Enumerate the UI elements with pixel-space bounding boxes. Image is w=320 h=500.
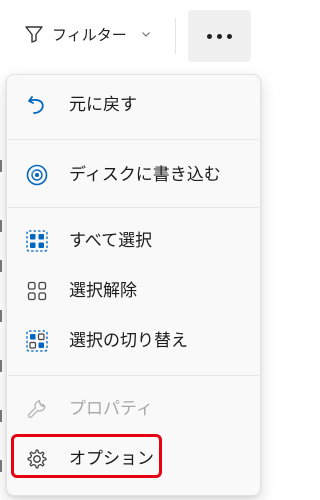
more-options-icon-dot: [217, 33, 222, 39]
see-more-button[interactable]: [188, 10, 251, 62]
burn-disc-icon: [25, 163, 49, 187]
menu-item-label: 選択解除: [69, 281, 137, 301]
command-bar: フィルター: [0, 0, 281, 72]
menu-item-label: ディスクに書き込む: [69, 165, 221, 185]
menu-separator: [8, 139, 259, 140]
menu-item-select-none[interactable]: 選択解除: [7, 269, 260, 313]
menu-item-select-all[interactable]: すべて選択: [7, 219, 260, 263]
see-more-menu: 元に戻す ディスクに書き込む すべて選択 選択解除 選択の切り替え プロパティ …: [6, 74, 261, 496]
menu-item-properties: プロパティ: [7, 387, 260, 431]
explorer-see-more-menu-screen: フィルター 元に戻す ディスクに書き込む すべて選択 選択解除 選択の切り替え …: [0, 0, 281, 500]
menu-separator: [8, 207, 259, 208]
select-all-icon: [25, 229, 49, 253]
more-options-icon-dot: [227, 33, 232, 39]
menu-item-label: プロパティ: [69, 399, 153, 419]
filter-button[interactable]: フィルター: [24, 14, 151, 54]
menu-item-invert-selection[interactable]: 選択の切り替え: [7, 319, 260, 363]
menu-separator: [8, 375, 259, 376]
options-highlight-box: [11, 434, 162, 478]
menu-item-label: 選択の切り替え: [69, 331, 188, 351]
properties-icon: [25, 397, 49, 421]
filter-label: フィルター: [52, 25, 127, 44]
menu-item-label: すべて選択: [69, 231, 153, 251]
filter-icon: [24, 24, 44, 44]
menu-item-label: 元に戻す: [69, 95, 137, 115]
chevron-down-icon: [141, 29, 151, 39]
toolbar-divider: [175, 18, 176, 54]
undo-icon: [25, 93, 49, 117]
more-options-icon: [207, 33, 212, 39]
select-none-icon: [25, 279, 49, 303]
invert-selection-icon: [25, 329, 49, 353]
menu-item-burn-to-disc[interactable]: ディスクに書き込む: [7, 153, 260, 197]
menu-item-undo[interactable]: 元に戻す: [7, 83, 260, 127]
